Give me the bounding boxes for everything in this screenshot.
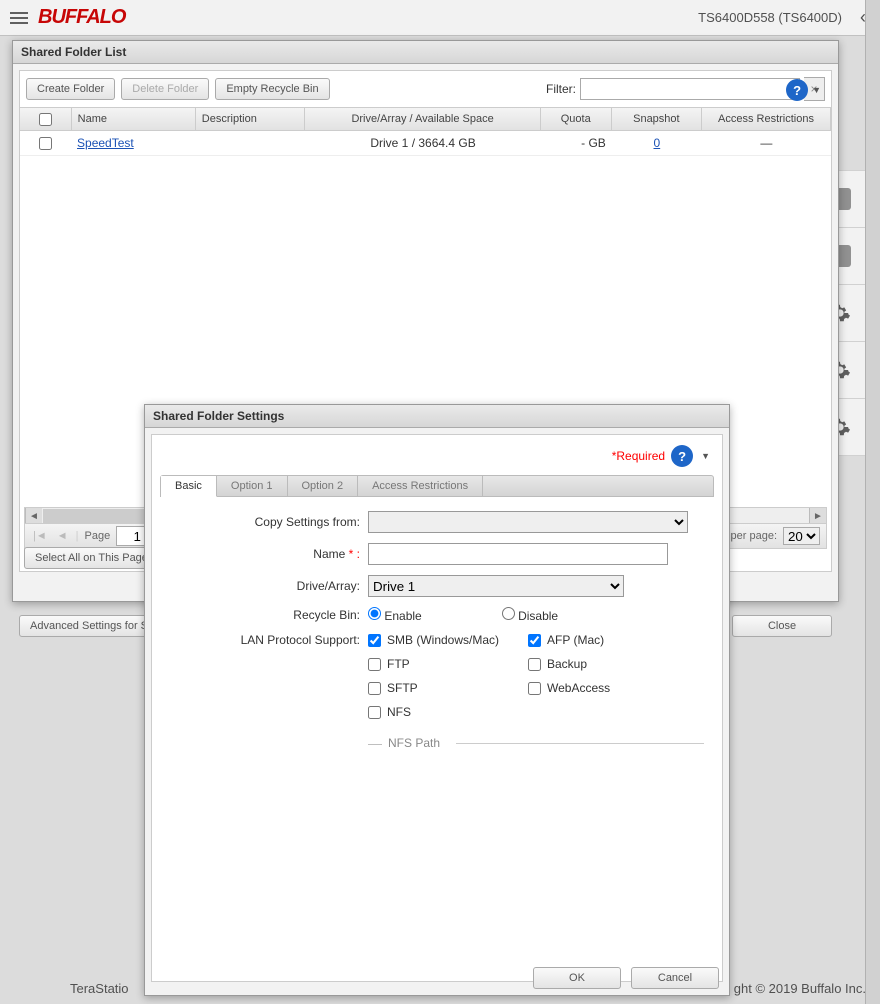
name-input[interactable] <box>368 543 668 565</box>
filter-input[interactable] <box>580 78 800 100</box>
advanced-settings-button[interactable]: Advanced Settings for S <box>19 615 159 637</box>
backup-checkbox[interactable]: Backup <box>528 657 688 671</box>
webaccess-checkbox[interactable]: WebAccess <box>528 681 688 695</box>
col-description[interactable]: Description <box>196 108 306 130</box>
first-page-button[interactable]: |◄ <box>31 530 49 542</box>
filter-label: Filter: <box>546 82 576 96</box>
page-label: Page <box>85 530 111 542</box>
delete-folder-button[interactable]: Delete Folder <box>121 78 209 100</box>
lan-label: LAN Protocol Support: <box>170 633 368 647</box>
create-folder-button[interactable]: Create Folder <box>26 78 115 100</box>
row-checkbox[interactable] <box>39 137 52 150</box>
afp-checkbox[interactable]: AFP (Mac) <box>528 633 688 647</box>
required-label: *Required <box>612 449 665 463</box>
ok-button[interactable]: OK <box>533 967 621 989</box>
copy-settings-select[interactable] <box>368 511 688 533</box>
row-quota: - GB <box>541 136 612 150</box>
snapshot-link[interactable]: 0 <box>654 136 661 150</box>
row-drive: Drive 1 / 3664.4 GB <box>305 136 541 150</box>
shared-folder-settings-panel: Shared Folder Settings *Required ? ▼ Basi… <box>144 404 730 996</box>
smb-checkbox[interactable]: SMB (Windows/Mac) <box>368 633 528 647</box>
recycle-label: Recycle Bin: <box>170 608 368 622</box>
ftp-checkbox[interactable]: FTP <box>368 657 528 671</box>
folder-link[interactable]: SpeedTest <box>77 136 134 150</box>
col-quota[interactable]: Quota <box>541 108 612 130</box>
col-drive[interactable]: Drive/Array / Available Space <box>305 108 540 130</box>
col-snapshot[interactable]: Snapshot <box>612 108 702 130</box>
tab-option1[interactable]: Option 1 <box>217 476 288 496</box>
select-all-page-button[interactable]: Select All on This Page <box>24 547 159 569</box>
required-mark: * : <box>349 547 360 561</box>
table-row[interactable]: SpeedTest Drive 1 / 3664.4 GB - GB 0 — <box>20 131 831 156</box>
recycle-enable-radio[interactable]: Enable <box>368 607 422 623</box>
tab-option2[interactable]: Option 2 <box>288 476 359 496</box>
chevron-down-icon[interactable]: ▼ <box>812 85 821 95</box>
prev-page-button[interactable]: ◄ <box>55 530 70 542</box>
col-access[interactable]: Access Restrictions <box>702 108 831 130</box>
drive-label: Drive/Array: <box>170 579 368 593</box>
copy-settings-label: Copy Settings from: <box>170 515 368 529</box>
divider <box>456 743 704 744</box>
tab-basic[interactable]: Basic <box>161 476 217 497</box>
empty-recycle-button[interactable]: Empty Recycle Bin <box>215 78 329 100</box>
col-name[interactable]: Name <box>72 108 196 130</box>
sftp-checkbox[interactable]: SFTP <box>368 681 528 695</box>
scroll-right-icon[interactable]: ► <box>809 508 826 524</box>
tab-access[interactable]: Access Restrictions <box>358 476 483 496</box>
help-icon[interactable]: ? <box>786 79 808 101</box>
row-access: — <box>702 136 831 150</box>
recycle-disable-radio[interactable]: Disable <box>502 607 558 623</box>
scroll-left-icon[interactable]: ◄ <box>25 508 42 524</box>
dash-icon: — <box>368 735 382 751</box>
select-all-checkbox[interactable] <box>39 113 52 126</box>
nfs-checkbox[interactable]: NFS <box>368 705 528 719</box>
per-page-label: per page: <box>731 530 777 542</box>
name-label: Name <box>313 547 345 561</box>
chevron-down-icon[interactable]: ▼ <box>701 451 710 461</box>
help-icon[interactable]: ? <box>671 445 693 467</box>
cancel-button[interactable]: Cancel <box>631 967 719 989</box>
panel-title: Shared Folder Settings <box>145 405 729 428</box>
panel-title: Shared Folder List <box>13 41 838 64</box>
table-header: Name Description Drive/Array / Available… <box>20 107 831 131</box>
tabs: Basic Option 1 Option 2 Access Restricti… <box>160 475 714 497</box>
nfs-path-label: NFS Path <box>388 736 440 750</box>
drive-select[interactable]: Drive 1 <box>368 575 624 597</box>
close-button[interactable]: Close <box>732 615 832 637</box>
